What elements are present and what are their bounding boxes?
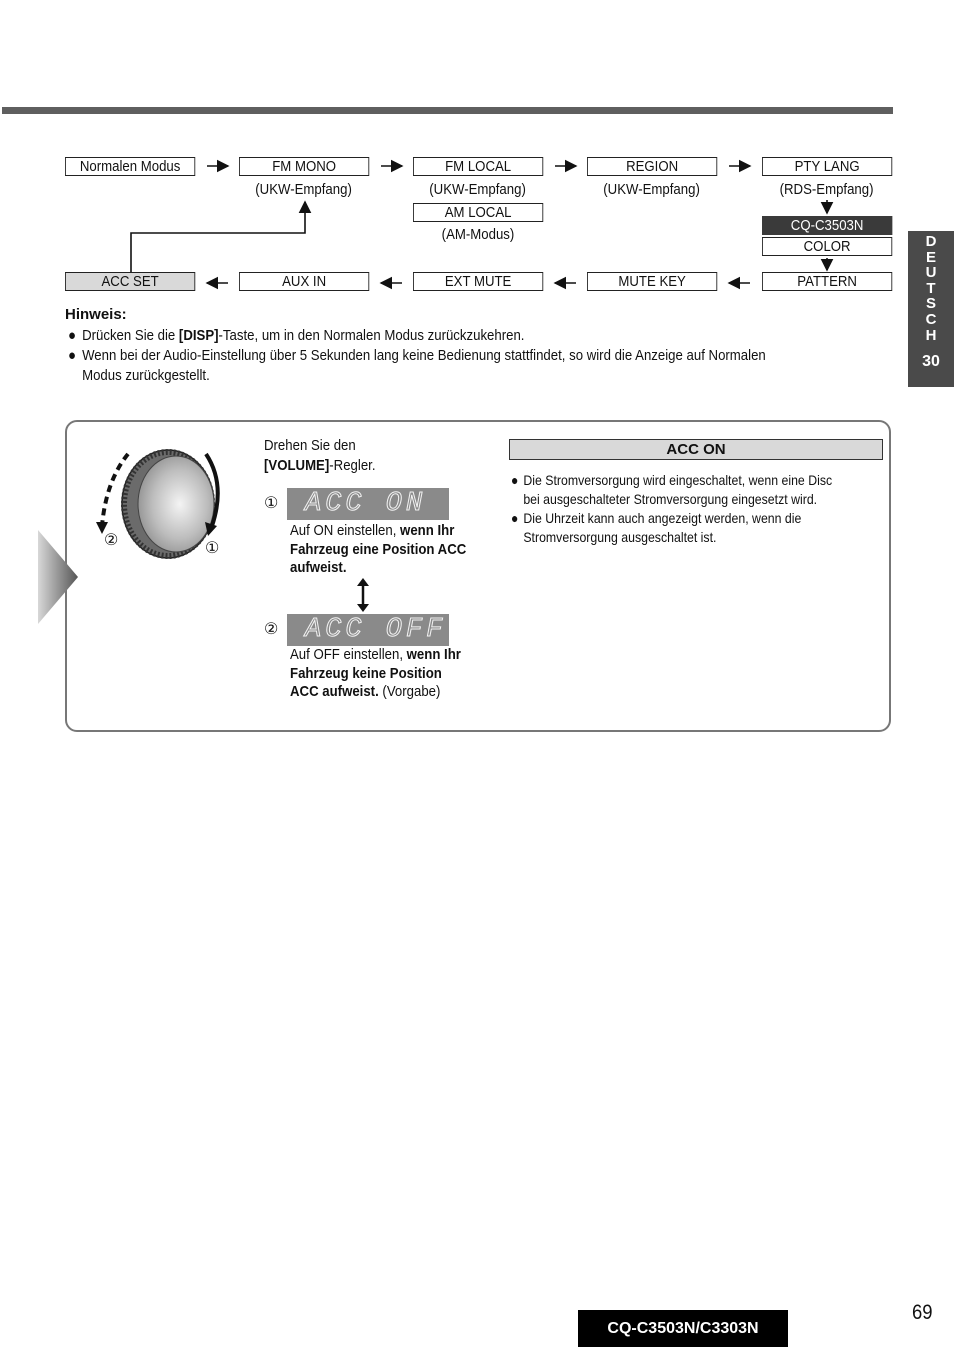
- bullet-icon: ●: [68, 327, 76, 344]
- step1-number: ①: [264, 495, 279, 512]
- acc-on-header: ACC ON: [509, 439, 883, 460]
- note-item: ● Drücken Sie die [DISP]-Taste, um in den…: [68, 327, 525, 344]
- loop-back-line: [130, 203, 306, 272]
- step1-description: Auf ON einstellen, wenn Ihr Fahrzeug ein…: [290, 522, 467, 576]
- tab-letter: T: [926, 279, 936, 297]
- acc-on-item: ● Die Uhrzeit kann auch angezeigt werden…: [511, 510, 802, 545]
- lcd-display-acc-on: ACC ON: [287, 488, 449, 520]
- section-number: 30: [922, 353, 940, 371]
- knob-label-2: ②: [104, 532, 119, 549]
- tab-letter: S: [925, 295, 936, 313]
- page-number: 69: [912, 1301, 933, 1324]
- lcd-display-acc-off: ACC OFF: [287, 614, 449, 646]
- model-badge: CQ-C3503N/C3303N: [578, 1310, 788, 1347]
- tab-letter: C: [925, 310, 937, 328]
- tab-letter: H: [925, 326, 937, 344]
- note-title: Hinweis:: [65, 306, 127, 323]
- step2-description: Auf OFF einstellen, wenn Ihr Fahrzeug ke…: [290, 646, 461, 700]
- tab-letter: E: [925, 248, 936, 266]
- flow-arrows: [130, 159, 834, 290]
- acc-on-list: ● Die Stromversorgung wird eingeschaltet…: [511, 471, 898, 547]
- acc-on-item: ● Die Stromversorgung wird eingeschaltet…: [511, 472, 833, 507]
- bullet-icon: ●: [511, 510, 519, 526]
- tab-letter: D: [925, 233, 937, 250]
- toggle-arrow-icon: [357, 578, 369, 612]
- step-pointer-icon: [38, 530, 78, 624]
- note-item: ● Wenn bei der Audio-Einstellung über 5 S…: [68, 347, 766, 384]
- bullet-icon: ●: [511, 472, 519, 488]
- language-tab: D E U T S C H 30: [908, 231, 954, 387]
- instruction-text: Drehen Sie den [VOLUME]-Regler.: [264, 437, 376, 474]
- step2-number: ②: [264, 621, 279, 638]
- tab-letter: U: [925, 264, 937, 282]
- bullet-icon: ●: [68, 347, 76, 364]
- knob-label-1: ①: [205, 540, 220, 557]
